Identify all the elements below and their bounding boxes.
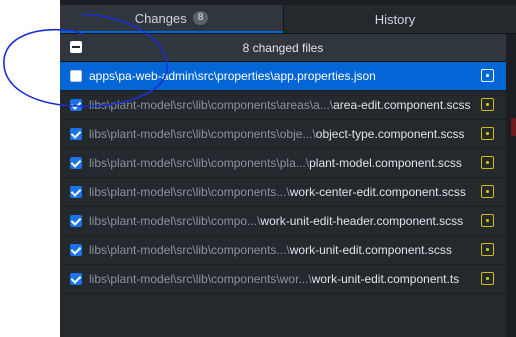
scrollbar[interactable] xyxy=(506,34,516,337)
file-dir: libs\plant-model\src\lib\compo...\ xyxy=(89,214,261,228)
file-dir: apps\pa-web-admin\src\properties\ xyxy=(89,69,274,83)
file-dir: libs\plant-model\src\lib\components\obje… xyxy=(89,127,316,141)
file-include-checkbox[interactable] xyxy=(70,99,82,111)
tab-history-label: History xyxy=(374,11,416,27)
file-path: libs\plant-model\src\lib\components\pla.… xyxy=(89,156,462,170)
file-path: libs\plant-model\src\lib\components\area… xyxy=(89,98,471,112)
modified-status-icon xyxy=(481,98,494,111)
file-path: apps\pa-web-admin\src\properties\app.pro… xyxy=(89,69,376,83)
file-include-checkbox[interactable] xyxy=(70,273,82,285)
file-name: work-unit-edit.component.scss xyxy=(289,243,452,257)
file-dir: libs\plant-model\src\lib\components...\ xyxy=(89,243,290,257)
diff-edge-marker xyxy=(511,118,516,136)
file-dir: libs\plant-model\src\lib\components\area… xyxy=(89,98,334,112)
file-include-checkbox[interactable] xyxy=(70,215,82,227)
modified-status-icon xyxy=(481,272,494,285)
file-name: plant-model.component.scss xyxy=(309,156,462,170)
file-name: area-edit.component.scss xyxy=(333,98,471,112)
file-include-checkbox[interactable] xyxy=(70,70,82,82)
app-window: Changes 8 History 8 changed files apps\p… xyxy=(60,0,516,337)
file-dir: libs\plant-model\src\lib\components...\ xyxy=(89,185,290,199)
file-row[interactable]: libs\plant-model\src\lib\components\pla.… xyxy=(60,149,506,178)
tab-changes[interactable]: Changes 8 xyxy=(60,5,283,33)
file-include-checkbox[interactable] xyxy=(70,128,82,140)
file-path: libs\plant-model\src\lib\components...\w… xyxy=(89,185,466,199)
file-path: libs\plant-model\src\lib\components\obje… xyxy=(89,127,465,141)
file-name: app.properties.json xyxy=(273,69,376,83)
file-include-checkbox[interactable] xyxy=(70,186,82,198)
modified-status-icon xyxy=(481,127,494,140)
file-include-checkbox[interactable] xyxy=(70,157,82,169)
file-name: work-unit-edit-header.component.scss xyxy=(260,214,464,228)
file-dir: libs\plant-model\src\lib\components\pla.… xyxy=(89,156,310,170)
file-row[interactable]: apps\pa-web-admin\src\properties\app.pro… xyxy=(60,62,506,91)
file-name: work-unit-edit.component.ts xyxy=(311,272,460,286)
file-path: libs\plant-model\src\lib\compo...\work-u… xyxy=(89,214,463,228)
changed-files-count: 8 changed files xyxy=(242,40,324,55)
tab-history[interactable]: History xyxy=(283,5,506,33)
modified-status-icon xyxy=(481,214,494,227)
file-row[interactable]: libs\plant-model\src\lib\compo...\work-u… xyxy=(60,207,506,236)
file-path: libs\plant-model\src\lib\components...\w… xyxy=(89,243,452,257)
tab-bar: Changes 8 History xyxy=(60,5,516,34)
modified-status-icon xyxy=(481,185,494,198)
file-row[interactable]: libs\plant-model\src\lib\components...\w… xyxy=(60,236,506,265)
file-name: object-type.component.scss xyxy=(315,127,465,141)
file-name: work-center-edit.component.scss xyxy=(289,185,466,199)
file-row[interactable]: libs\plant-model\src\lib\components\wor.… xyxy=(60,265,506,294)
modified-status-icon xyxy=(481,156,494,169)
file-row[interactable]: libs\plant-model\src\lib\components...\w… xyxy=(60,178,506,207)
file-row[interactable]: libs\plant-model\src\lib\components\area… xyxy=(60,91,506,120)
changes-count-badge: 8 xyxy=(192,11,209,25)
tab-bar-spacer xyxy=(506,5,516,33)
file-include-checkbox[interactable] xyxy=(70,244,82,256)
tab-changes-label: Changes xyxy=(134,10,187,26)
file-dir: libs\plant-model\src\lib\components\wor.… xyxy=(89,272,312,286)
changes-list-header: 8 changed files xyxy=(60,34,516,62)
file-row[interactable]: libs\plant-model\src\lib\components\obje… xyxy=(60,120,506,149)
modified-status-icon xyxy=(481,69,494,82)
file-path: libs\plant-model\src\lib\components\wor.… xyxy=(89,272,459,286)
modified-status-icon xyxy=(481,243,494,256)
